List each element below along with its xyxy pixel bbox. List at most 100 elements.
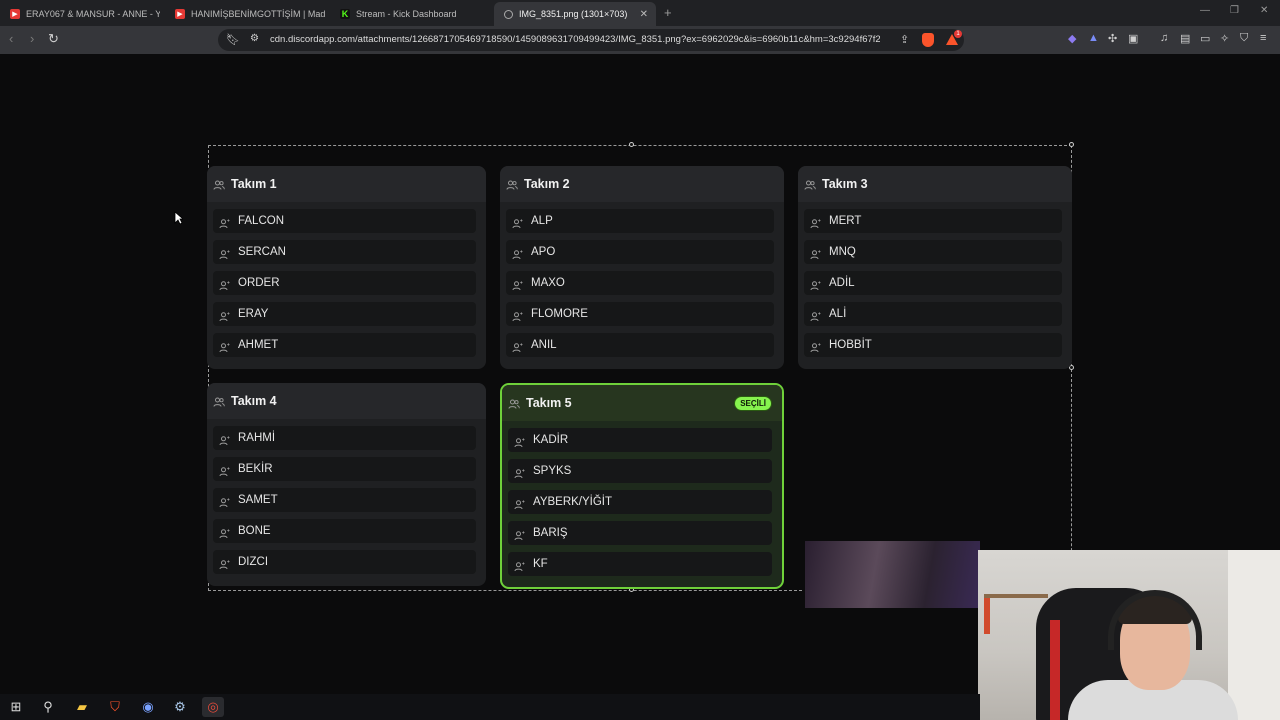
player-name: ANIL (531, 339, 557, 351)
team-card-4[interactable]: Takım 4 RAHMİ BEKİR SAMET BONE DIZCI (207, 383, 486, 586)
user-icon (219, 433, 230, 445)
player-name: FALCON (238, 215, 285, 227)
player-row[interactable]: ORDER (213, 271, 476, 295)
resize-handle[interactable] (629, 142, 634, 147)
player-list: ALP APO MAXO FLOMORE ANIL (500, 202, 784, 357)
player-list: RAHMİ BEKİR SAMET BONE DIZCI (207, 419, 486, 574)
player-row[interactable]: HOBBİT (804, 333, 1062, 357)
team-header: Takım 2 (500, 166, 784, 202)
team-card-1[interactable]: Takım 1 FALCON SERCAN ORDER ERAY AHMET (207, 166, 486, 369)
player-row[interactable]: MERT (804, 209, 1062, 233)
users-icon (213, 178, 225, 190)
user-icon (810, 278, 821, 290)
player-name: SAMET (238, 494, 278, 506)
team-header: Takım 1 (207, 166, 486, 202)
extension-triangle-icon[interactable]: ▲ (1088, 32, 1099, 44)
image-selection-bottom (208, 590, 802, 591)
resize-handle[interactable] (1069, 142, 1074, 147)
player-row[interactable]: BARIŞ (508, 521, 772, 545)
wallet-icon[interactable]: ▭ (1200, 32, 1210, 45)
player-row[interactable]: MNQ (804, 240, 1062, 264)
player-row[interactable]: KADİR (508, 428, 772, 452)
rewards-badge: 1 (954, 30, 962, 38)
user-icon (514, 497, 525, 509)
player-row[interactable]: FLOMORE (506, 302, 774, 326)
player-name: AYBERK/YİĞİT (533, 496, 613, 508)
user-icon (219, 557, 230, 569)
back-icon[interactable]: ‹ (9, 31, 13, 46)
player-name: ALİ (829, 308, 847, 320)
tab-label: HANIMİŞBENİMGOTTİŞİM | Madara ( (191, 9, 325, 19)
tab-image[interactable]: IMG_8351.png (1301×703) ✕ (494, 2, 656, 26)
close-icon[interactable]: ✕ (640, 9, 648, 20)
tab-kick-dashboard[interactable]: K Stream - Kick Dashboard (330, 2, 490, 26)
user-icon (512, 278, 523, 290)
team-title: Takım 1 (231, 177, 277, 191)
player-row[interactable]: RAHMİ (213, 426, 476, 450)
browser-toolbar: ‹ › ↻ 🔖︎ ⚙︎ cdn.discordapp.com/attachmen… (0, 26, 1280, 54)
site-info-icon[interactable]: ⚙︎ (250, 33, 259, 44)
brave-shields-icon[interactable] (922, 33, 934, 47)
vpn-icon[interactable]: ◆ (1068, 32, 1076, 45)
player-row[interactable]: SPYKS (508, 459, 772, 483)
file-explorer-icon[interactable]: ▰ (71, 697, 93, 717)
player-name: AHMET (238, 339, 279, 351)
team-card-2[interactable]: Takım 2 ALP APO MAXO FLOMORE ANIL (500, 166, 784, 369)
player-row[interactable]: DIZCI (213, 550, 476, 574)
player-row[interactable]: ALP (506, 209, 774, 233)
player-name: HOBBİT (829, 339, 872, 351)
player-row[interactable]: BEKİR (213, 457, 476, 481)
user-icon (810, 216, 821, 228)
tab-label: Stream - Kick Dashboard (356, 9, 457, 19)
chair-stripe (1050, 620, 1060, 720)
extensions-icon[interactable]: ✣ (1108, 32, 1117, 45)
obs-icon[interactable]: ◎ (202, 697, 224, 717)
leo-ai-icon[interactable]: ✧ (1220, 32, 1229, 45)
user-icon (512, 340, 523, 352)
search-icon[interactable]: ⚲ (37, 697, 59, 717)
sidebar-icon[interactable]: ▤ (1180, 32, 1190, 45)
new-tab-button[interactable]: + (664, 5, 672, 20)
player-row[interactable]: AYBERK/YİĞİT (508, 490, 772, 514)
player-name: KF (533, 558, 548, 570)
share-icon[interactable]: ⇪ (900, 33, 909, 46)
stream-preview-thumbnail (805, 541, 980, 608)
player-row[interactable]: AHMET (213, 333, 476, 357)
screenshot-icon[interactable]: ▣ (1128, 32, 1138, 45)
address-bar[interactable]: 🔖︎ ⚙︎ cdn.discordapp.com/attachments/126… (218, 29, 964, 51)
shield-icon[interactable]: ⛉ (1240, 32, 1248, 45)
player-row[interactable]: ANIL (506, 333, 774, 357)
team-card-3[interactable]: Takım 3 MERT MNQ ADİL ALİ HOBBİT (798, 166, 1072, 369)
player-row[interactable]: SERCAN (213, 240, 476, 264)
reload-icon[interactable]: ↻ (48, 31, 59, 47)
team-card-5[interactable]: Takım 5 SEÇİLİ KADİR SPYKS AYBERK/YİĞİT BARIŞ… (500, 383, 784, 589)
player-row[interactable]: ALİ (804, 302, 1062, 326)
player-row[interactable]: ERAY (213, 302, 476, 326)
player-row[interactable]: SAMET (213, 488, 476, 512)
steam-icon[interactable]: ⚙ (169, 697, 191, 717)
tab-youtube-2[interactable]: ▶ HANIMİŞBENİMGOTTİŞİM | Madara ( (165, 2, 325, 26)
user-icon (219, 495, 230, 507)
player-row[interactable]: BONE (213, 519, 476, 543)
bookmark-icon[interactable]: 🔖︎ (226, 33, 240, 46)
maximize-icon[interactable]: ❐ (1230, 5, 1239, 16)
player-row[interactable]: APO (506, 240, 774, 264)
discord-icon[interactable]: ◉ (137, 697, 159, 717)
player-row[interactable]: FALCON (213, 209, 476, 233)
player-name: SERCAN (238, 246, 286, 258)
wall-decoration (984, 598, 990, 634)
player-name: DIZCI (238, 556, 269, 568)
player-row[interactable]: ADİL (804, 271, 1062, 295)
forward-icon[interactable]: › (30, 31, 34, 46)
player-row[interactable]: MAXO (506, 271, 774, 295)
menu-icon[interactable]: ≡ (1260, 32, 1266, 44)
minimize-icon[interactable]: — (1200, 5, 1210, 16)
windows-start-icon[interactable]: ⊞ (5, 697, 27, 717)
team-title: Takım 4 (231, 394, 277, 408)
brave-browser-icon[interactable]: ⛉ (104, 697, 126, 717)
player-name: KADİR (533, 434, 569, 446)
close-window-icon[interactable]: ✕ (1260, 5, 1268, 16)
player-row[interactable]: KF (508, 552, 772, 576)
tab-youtube-1[interactable]: ▶ ERAY067 & MANSUR - ANNE - Y (0, 2, 160, 26)
music-icon[interactable]: ♫ (1160, 32, 1168, 44)
